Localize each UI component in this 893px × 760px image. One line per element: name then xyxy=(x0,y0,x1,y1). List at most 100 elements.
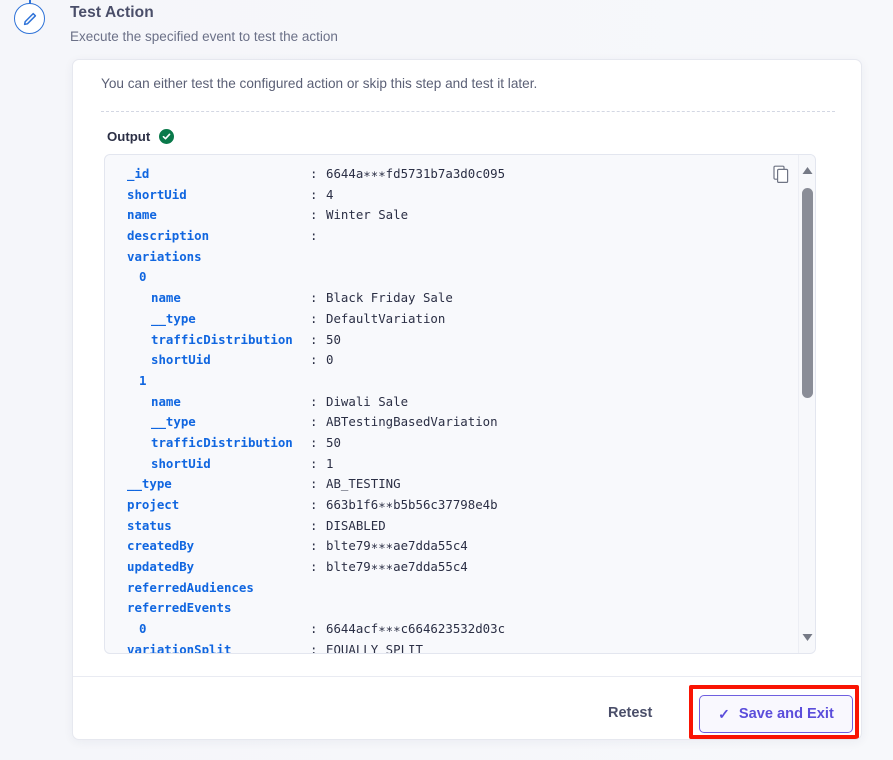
json-row: shortUid:4 xyxy=(105,185,795,206)
json-value: 6644a∗∗∗fd5731b7a3d0c095 xyxy=(326,166,506,181)
json-value: 0 xyxy=(326,352,334,368)
json-value: Winter Sale xyxy=(326,207,409,223)
json-value: 50 xyxy=(326,331,341,347)
json-separator: : xyxy=(310,166,318,181)
json-separator: : xyxy=(310,207,318,223)
json-separator: : xyxy=(310,559,318,575)
json-key: name xyxy=(127,207,157,223)
check-icon: ✓ xyxy=(718,706,730,722)
json-separator: : xyxy=(310,517,318,533)
json-value: 50 xyxy=(326,434,341,450)
json-row: referredEvents xyxy=(105,598,795,619)
json-separator: : xyxy=(310,497,318,512)
test-action-card: You can either test the configured actio… xyxy=(72,59,862,740)
copy-icon[interactable] xyxy=(773,165,791,184)
json-key: 0 xyxy=(139,269,147,285)
page-subtitle: Execute the specified event to test the … xyxy=(70,29,338,44)
json-separator: : xyxy=(310,538,318,554)
json-separator: : xyxy=(310,290,318,306)
json-row: 1 xyxy=(105,371,795,392)
json-separator: : xyxy=(310,414,318,430)
pencil-circle-icon[interactable] xyxy=(14,3,45,34)
json-row: name: Black Friday Sale xyxy=(105,288,795,309)
json-key: referredAudiences xyxy=(127,579,254,595)
output-panel[interactable]: _id:6644a∗∗∗fd5731b7a3d0c095 shortUid:4 na… xyxy=(104,154,816,654)
json-key: 0 xyxy=(139,621,147,637)
retest-button[interactable]: Retest xyxy=(600,699,660,727)
json-value: 6644acf∗∗∗c664623532d03c xyxy=(326,621,506,637)
json-key: __type xyxy=(151,414,196,430)
json-separator: : xyxy=(310,641,318,654)
json-row: description: xyxy=(105,226,795,247)
json-separator: : xyxy=(310,352,318,368)
json-key: shortUid xyxy=(151,455,211,471)
json-key: variations xyxy=(127,248,202,264)
footer-divider xyxy=(73,676,861,677)
output-scrollbar[interactable] xyxy=(798,155,815,653)
json-row: updatedBy: blte79∗∗∗ae7dda55c4 xyxy=(105,557,795,578)
json-separator: : xyxy=(310,434,318,450)
json-separator: : xyxy=(310,393,318,409)
json-value: 663b1f6∗∗b5b56c37798e4b xyxy=(326,497,498,512)
save-and-exit-button[interactable]: ✓ Save and Exit xyxy=(699,695,853,733)
json-separator: : xyxy=(310,186,318,202)
json-row: 0 xyxy=(105,267,795,288)
json-key: referredEvents xyxy=(127,600,232,616)
json-separator: : xyxy=(310,621,318,637)
json-separator: : xyxy=(310,228,318,244)
json-value: 1 xyxy=(326,455,334,471)
step-rail xyxy=(0,0,60,760)
json-key: description xyxy=(127,228,210,244)
json-key: trafficDistribution xyxy=(151,331,293,347)
json-key: shortUid xyxy=(151,352,211,368)
json-key: trafficDistribution xyxy=(151,434,293,450)
json-row: __type: ABTestingBasedVariation xyxy=(105,412,795,433)
json-value: DISABLED xyxy=(326,517,386,533)
json-value: EQUALLY_SPLIT xyxy=(326,641,423,654)
json-value: DefaultVariation xyxy=(326,310,446,326)
json-row: 0:6644acf∗∗∗c664623532d03c xyxy=(105,619,795,640)
json-separator: : xyxy=(310,331,318,347)
json-key: __type xyxy=(127,476,172,492)
json-value: blte79∗∗∗ae7dda55c4 xyxy=(326,559,468,575)
json-row: trafficDistribution:50 xyxy=(105,433,795,454)
json-key: __type xyxy=(151,310,196,326)
json-key: _id xyxy=(127,166,150,181)
card-intro-text: You can either test the configured actio… xyxy=(101,76,538,91)
json-output-view: _id:6644a∗∗∗fd5731b7a3d0c095 shortUid:4 na… xyxy=(105,164,795,654)
json-row: __type: AB_TESTING xyxy=(105,474,795,495)
json-row: variationSplit: EQUALLY_SPLIT xyxy=(105,640,795,654)
json-value: 4 xyxy=(326,186,334,202)
json-row: name: Winter Sale xyxy=(105,205,795,226)
json-key: updatedBy xyxy=(127,559,195,575)
json-row: trafficDistribution:50 xyxy=(105,330,795,351)
json-row: status: DISABLED xyxy=(105,516,795,537)
page-title: Test Action xyxy=(70,4,154,21)
json-value: Black Friday Sale xyxy=(326,290,453,306)
json-separator: : xyxy=(310,455,318,471)
card-divider xyxy=(101,111,835,112)
page-header: Test Action Execute the specified event … xyxy=(70,2,670,47)
json-row: name: Diwali Sale xyxy=(105,392,795,413)
scroll-down-arrow-icon[interactable] xyxy=(801,631,814,644)
save-and-exit-highlight: ✓ Save and Exit xyxy=(689,685,859,739)
json-row: __type: DefaultVariation xyxy=(105,309,795,330)
json-separator: : xyxy=(310,310,318,326)
scrollbar-thumb[interactable] xyxy=(802,188,813,398)
json-value: ABTestingBasedVariation xyxy=(326,414,498,430)
json-row: referredAudiences xyxy=(105,578,795,599)
json-key: shortUid xyxy=(127,186,187,202)
json-row: _id:6644a∗∗∗fd5731b7a3d0c095 xyxy=(105,164,795,185)
json-key: name xyxy=(151,290,181,306)
json-value: blte79∗∗∗ae7dda55c4 xyxy=(326,538,468,554)
json-separator: : xyxy=(310,476,318,492)
scroll-up-arrow-icon[interactable] xyxy=(801,164,814,177)
json-row: variations xyxy=(105,247,795,268)
output-label: Output xyxy=(107,129,151,144)
json-row: createdBy: blte79∗∗∗ae7dda55c4 xyxy=(105,536,795,557)
json-value: Diwali Sale xyxy=(326,393,409,409)
test-action-page: Test Action Execute the specified event … xyxy=(0,0,893,760)
json-row: project:663b1f6∗∗b5b56c37798e4b xyxy=(105,495,795,516)
json-key: name xyxy=(151,393,181,409)
json-row: shortUid:0 xyxy=(105,350,795,371)
